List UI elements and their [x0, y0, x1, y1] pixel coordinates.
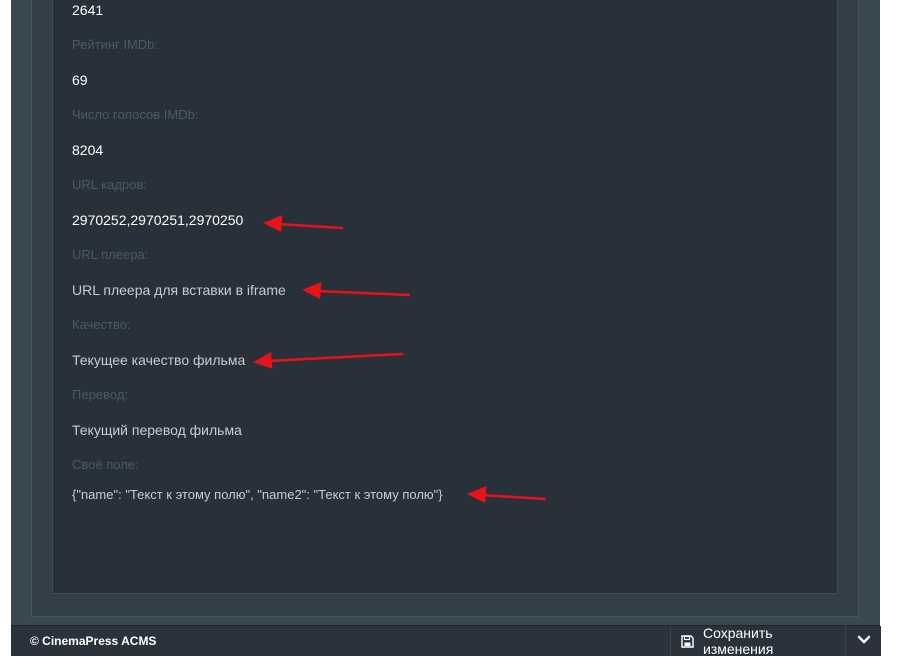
field-value-imdb-rating[interactable]: 69: [72, 72, 88, 88]
field-label-pictures-url: URL кадров:: [72, 177, 147, 192]
field-value-quality[interactable]: Текущее качество фильма: [72, 352, 245, 368]
floppy-disk-icon: [681, 634, 694, 648]
save-changes-button[interactable]: Сохранить изменения: [670, 625, 845, 657]
field-label-translation: Перевод:: [72, 387, 128, 402]
field-label-custom: Своё поле:: [72, 457, 139, 472]
field-value-custom[interactable]: {"name": "Текст к этому полю", "name2": …: [72, 487, 443, 502]
field-value-player-url[interactable]: URL плеера для вставки в iframe: [72, 282, 286, 298]
field-value-votes: 2641: [72, 2, 104, 18]
save-changes-label: Сохранить изменения: [703, 625, 774, 657]
outer-frame: 2641 Рейтинг IMDb: 69 Число голосов IMDb…: [11, 0, 880, 625]
field-value-imdb-votes[interactable]: 8204: [72, 142, 103, 158]
field-label-imdb-rating: Рейтинг IMDb:: [72, 37, 159, 52]
field-value-translation[interactable]: Текущий перевод фильма: [72, 422, 242, 438]
field-label-player-url: URL плеера:: [72, 247, 149, 262]
field-value-pictures-url[interactable]: 2970252,2970251,2970250: [72, 212, 243, 228]
field-label-quality: Качество:: [72, 317, 131, 332]
content-frame: 2641 Рейтинг IMDb: 69 Число голосов IMDb…: [31, 0, 859, 617]
field-label-imdb-votes: Число голосов IMDb:: [72, 107, 199, 122]
footer-bar: © CinemaPress ACMS Сохранить изменения: [11, 625, 881, 657]
chevron-down-icon: [857, 632, 871, 650]
copyright-text: © CinemaPress ACMS: [30, 634, 157, 648]
movie-fields-panel: 2641 Рейтинг IMDb: 69 Число голосов IMDb…: [52, 0, 838, 594]
expand-menu-button[interactable]: [845, 626, 881, 656]
